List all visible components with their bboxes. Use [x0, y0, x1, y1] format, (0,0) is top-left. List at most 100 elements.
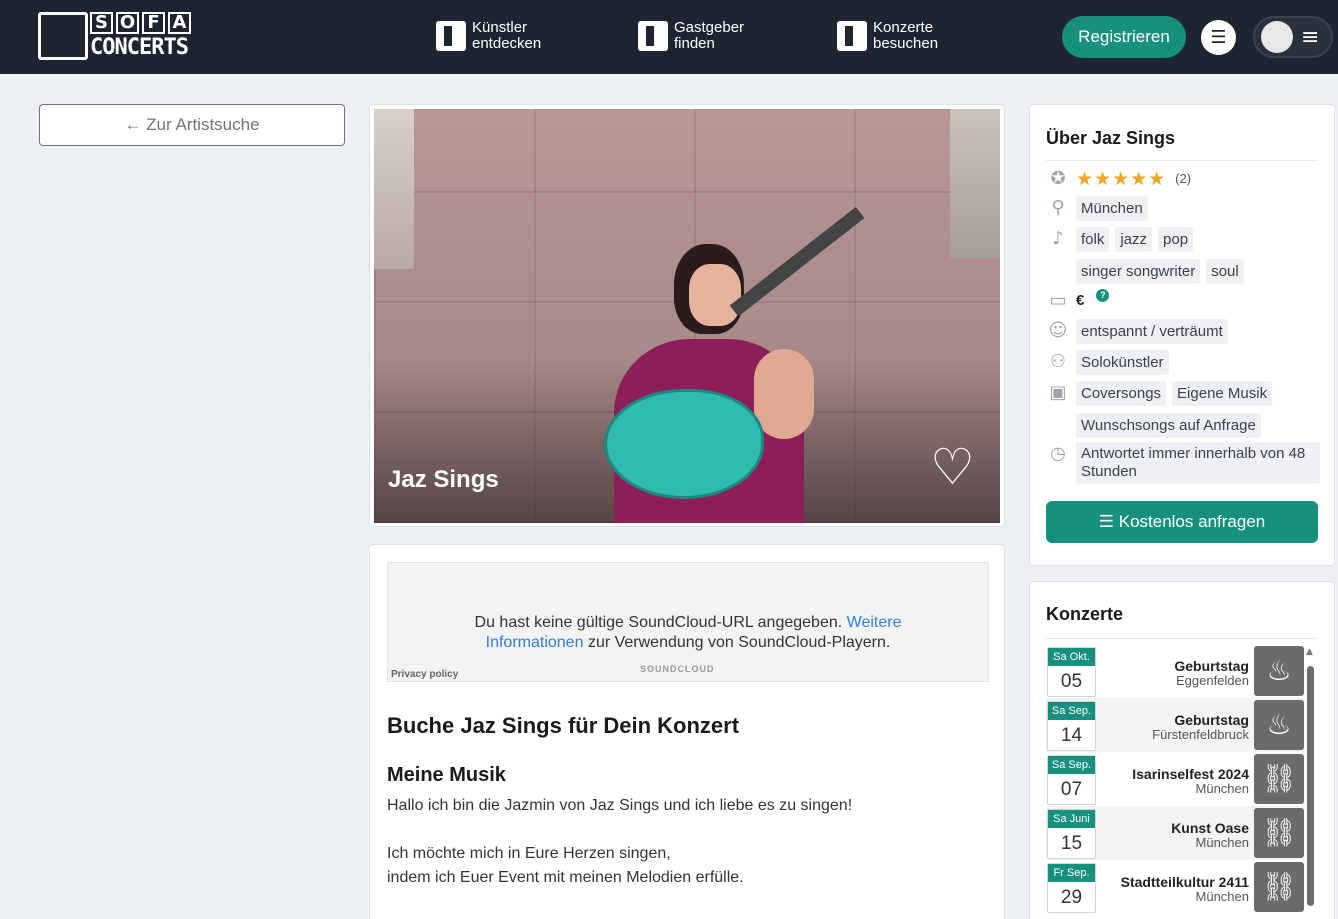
link-icon: ⛓ — [1254, 862, 1304, 912]
nav-label-line2: besuchen — [873, 35, 939, 52]
date-badge: Fr Sep. 29 — [1047, 863, 1096, 913]
register-button[interactable]: Registrieren — [1062, 16, 1186, 58]
genre-chip: singer songwriter — [1076, 259, 1201, 284]
concert-title: Kunst Oase — [1171, 820, 1249, 836]
cake-icon: ♨ — [1254, 700, 1304, 750]
concert-item[interactable]: Sa Okt. 05 Geburtstag Eggenfelden ♨ — [1046, 644, 1304, 698]
sofa-concerts-logo[interactable]: S O F A CONCERTS — [38, 12, 192, 62]
formation-chip: Solokünstler — [1076, 350, 1169, 375]
photo-window — [950, 109, 1000, 259]
concert-place: München — [1195, 781, 1249, 796]
soundcloud-msg-text: zur Verwendung von SoundCloud-Playern. — [587, 634, 891, 651]
nav-label-line2: entdecken — [472, 35, 542, 52]
repertoire-chip: Wunschsongs auf Anfrage — [1076, 413, 1261, 438]
artist-icon — [436, 21, 466, 51]
user-menu[interactable]: ≡ — [1253, 16, 1333, 58]
concerts-scrollbar[interactable] — [1307, 666, 1314, 906]
date-month: Sa Sep. — [1048, 756, 1095, 774]
divider — [1046, 638, 1318, 639]
booking-heading: Buche Jaz Sings für Dein Konzert — [387, 713, 740, 738]
genre-chip: jazz — [1115, 227, 1153, 252]
description-paragraph: indem ich Euer Event mit meinen Melodien… — [387, 869, 744, 886]
concert-title: Geburtstag — [1174, 658, 1249, 674]
nav-label-line1: Konzerte — [873, 19, 934, 36]
soundcloud-player: Du hast keine gültige SoundCloud-URL ang… — [387, 562, 989, 682]
cta-label: Kostenlos anfragen — [1118, 512, 1266, 531]
genre-chip: pop — [1158, 227, 1194, 252]
location-pin-icon: ⚲ — [1051, 197, 1065, 218]
about-artist-card: Über Jaz Sings ✪ ★★★★★ (2) ⚲ München ♪ f… — [1029, 104, 1335, 566]
date-day: 15 — [1060, 833, 1083, 854]
link-icon: ⛓ — [1254, 754, 1304, 804]
mood-chip: entspannt / verträumt — [1076, 319, 1228, 344]
date-month: Sa Sep. — [1048, 702, 1095, 720]
avatar — [1261, 21, 1293, 53]
host-icon — [638, 21, 668, 51]
banknote-icon: ▭ — [1049, 290, 1067, 311]
date-day: 14 — [1060, 725, 1083, 746]
date-month: Sa Juni — [1048, 810, 1095, 828]
star-badge-icon: ✪ — [1050, 168, 1066, 189]
clock-history-icon: ◷ — [1050, 443, 1066, 464]
soundcloud-msg-text: Du hast keine gültige SoundCloud-URL ang… — [474, 614, 843, 631]
date-badge: Sa Sep. 14 — [1047, 701, 1096, 751]
top-navbar: S O F A CONCERTS Künstler entdecken Gast… — [0, 0, 1338, 74]
soundcloud-error-message: Du hast keine gültige SoundCloud-URL ang… — [438, 613, 938, 653]
concert-place: München — [1195, 889, 1249, 904]
scroll-up-arrow-icon[interactable]: ▲ — [1306, 648, 1313, 657]
smiley-icon: ☺ — [1048, 320, 1068, 341]
nav-label-line1: Gastgeber — [674, 19, 745, 36]
about-title: Über Jaz Sings — [1046, 128, 1176, 148]
artist-description-card: Du hast keine gültige SoundCloud-URL ang… — [369, 544, 1005, 919]
logo-letter: F — [142, 12, 165, 34]
request-for-free-button[interactable]: ☰ Kostenlos anfragen — [1046, 501, 1318, 543]
response-time-chip: Antwortet immer innerhalb von 48 Stunden — [1076, 442, 1320, 484]
concert-title: Isarinselfest 2024 — [1132, 766, 1249, 782]
city-chip: München — [1076, 196, 1148, 221]
photo-window — [374, 109, 414, 269]
favorite-heart-icon[interactable]: ♡ — [930, 442, 975, 492]
soundcloud-logo: SOUNDCLOUD — [640, 664, 715, 674]
artist-hero-card: Jaz Sings ♡ — [369, 104, 1005, 527]
date-badge: Sa Sep. 07 — [1047, 755, 1096, 805]
help-icon[interactable]: ? — [1096, 289, 1110, 302]
back-to-artist-search-button[interactable]: ← Zur Artistsuche — [39, 104, 345, 146]
concert-item[interactable]: Sa Juni 15 Kunst Oase München ⛓ — [1046, 806, 1304, 860]
artist-name: Jaz Sings — [388, 466, 499, 493]
concerts-title: Konzerte — [1046, 604, 1124, 624]
music-library-icon: ▣ — [1049, 382, 1067, 403]
privacy-policy-link[interactable]: Privacy policy — [391, 670, 458, 680]
date-day: 05 — [1060, 671, 1083, 692]
genre-chip: soul — [1206, 259, 1244, 284]
repertoire-chip: Coversongs — [1076, 381, 1167, 406]
requests-icon[interactable]: ☰ — [1201, 20, 1236, 55]
concert-title: Geburtstag — [1174, 712, 1249, 728]
rating-stars: ★★★★★ — [1076, 168, 1167, 190]
music-note-icon: ♪ — [1052, 228, 1064, 249]
logo-mark-icon — [38, 12, 88, 60]
description-paragraph: Hallo ich bin die Jazmin von Jaz Sings u… — [387, 797, 853, 814]
artist-photo: Jaz Sings ♡ — [374, 109, 1000, 523]
nav-konzerte-besuchen[interactable]: Konzerte besuchen — [837, 20, 938, 52]
concert-item[interactable]: Sa Sep. 14 Geburtstag Fürstenfeldbruck ♨ — [1046, 698, 1304, 752]
date-day: 07 — [1060, 779, 1083, 800]
concert-item[interactable]: Sa Sep. 07 Isarinselfest 2024 München ⛓ — [1046, 752, 1304, 806]
my-music-heading: Meine Musik — [387, 764, 506, 786]
nav-gastgeber-finden[interactable]: Gastgeber finden — [638, 20, 744, 52]
concert-place: Eggenfelden — [1175, 673, 1249, 688]
genre-chip: folk — [1076, 227, 1110, 252]
divider — [1046, 160, 1318, 161]
cake-icon: ♨ — [1254, 646, 1304, 696]
price-level: € — [1076, 292, 1085, 309]
nav-kuenstler-entdecken[interactable]: Künstler entdecken — [436, 20, 541, 52]
concert-title: Stadtteilkultur 2411 — [1120, 874, 1249, 890]
concert-place: Fürstenfeldbruck — [1152, 727, 1249, 742]
link-icon: ⛓ — [1254, 808, 1304, 858]
concert-item[interactable]: Fr Sep. 29 Stadtteilkultur 2411 München … — [1046, 860, 1304, 914]
photo-guitar — [604, 389, 764, 499]
date-month: Fr Sep. — [1048, 864, 1095, 882]
logo-word: CONCERTS — [90, 35, 189, 60]
concert-place: München — [1195, 835, 1249, 850]
description-paragraph: Ich möchte mich in Eure Herzen singen, — [387, 845, 671, 862]
nav-label-line1: Künstler — [472, 19, 528, 36]
